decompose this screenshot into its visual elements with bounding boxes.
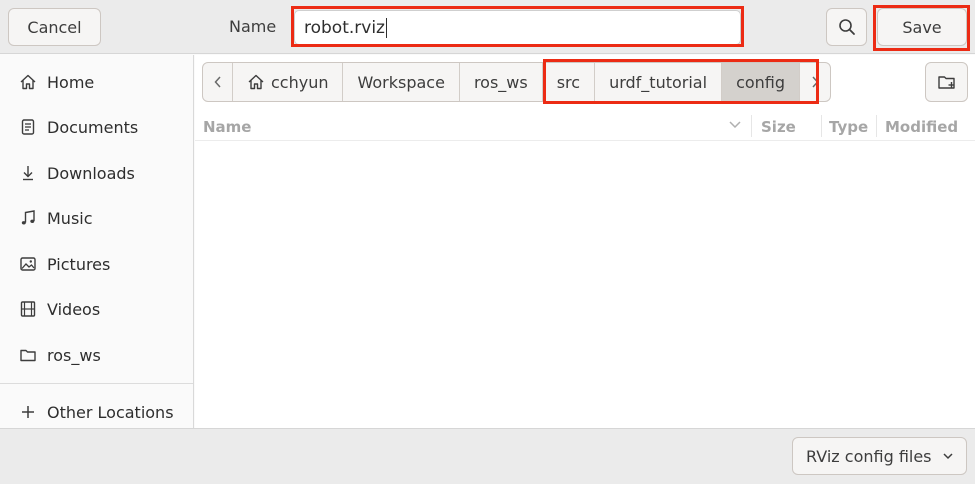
sidebar-item-label: Other Locations (47, 402, 174, 422)
new-folder-icon (937, 76, 955, 89)
crumb-label: cchyun (271, 72, 329, 92)
path-crumb-workspace[interactable]: Workspace (343, 63, 460, 101)
column-type[interactable]: Type (829, 118, 868, 136)
pictures-icon (18, 254, 38, 274)
column-separator (876, 115, 877, 137)
path-crumb-urdf-tutorial[interactable]: urdf_tutorial (595, 63, 723, 101)
file-type-filter-dropdown[interactable]: RViz config files (792, 437, 967, 475)
path-crumb-config[interactable]: config (722, 63, 801, 101)
column-separator (821, 115, 822, 137)
column-modified[interactable]: Modified (885, 118, 958, 136)
sidebar-item-label: Documents (47, 117, 139, 137)
save-button[interactable]: Save (877, 8, 967, 46)
folder-icon (18, 345, 38, 365)
sort-chevron-down-icon[interactable] (728, 117, 742, 135)
filter-value: RViz config files (806, 446, 932, 466)
chevron-right-icon (812, 76, 819, 88)
sidebar-item-label: Videos (47, 299, 101, 319)
path-crumb-src[interactable]: src (543, 63, 596, 101)
sidebar-item-label: Music (47, 208, 93, 228)
sidebar-item-label: ros_ws (47, 345, 101, 365)
sidebar-item-other-locations[interactable]: Other Locations (0, 392, 193, 432)
cancel-button[interactable]: Cancel (8, 8, 101, 46)
chevron-left-icon (213, 76, 221, 88)
home-icon (247, 73, 265, 91)
filename-value: robot.rviz (304, 17, 385, 38)
column-name[interactable]: Name (203, 118, 251, 136)
download-icon (18, 163, 38, 183)
path-crumb-cchyun[interactable]: cchyun (233, 63, 344, 101)
sidebar-item-documents[interactable]: Documents (0, 107, 193, 147)
sidebar-item-label: Downloads (47, 163, 135, 183)
sidebar-item-videos[interactable]: Videos (0, 289, 193, 329)
sidebar-item-downloads[interactable]: Downloads (0, 153, 193, 193)
text-caret (385, 17, 387, 38)
file-browser: cchyun Workspace ros_ws src urdf_tutoria… (195, 55, 975, 428)
dialog-footer: RViz config files (0, 428, 975, 484)
new-folder-button[interactable] (925, 62, 968, 102)
sidebar-item-pictures[interactable]: Pictures (0, 244, 193, 284)
videos-icon (18, 299, 38, 319)
document-icon (18, 117, 38, 137)
sidebar-divider (0, 383, 193, 384)
name-label: Name (229, 17, 277, 36)
home-icon (18, 72, 38, 92)
path-crumb-ros-ws[interactable]: ros_ws (460, 63, 543, 101)
search-button[interactable] (826, 8, 867, 46)
places-sidebar: Home Documents Downloads Music Pictures … (0, 55, 194, 428)
sidebar-item-label: Pictures (47, 254, 111, 274)
sidebar-item-label: Home (47, 72, 95, 92)
file-list-header: Name Size Type Modified (195, 111, 975, 141)
plus-icon (18, 402, 38, 422)
chevron-down-icon (943, 453, 953, 460)
path-bar: cchyun Workspace ros_ws src urdf_tutoria… (202, 62, 832, 102)
sidebar-item-music[interactable]: Music (0, 198, 193, 238)
column-size[interactable]: Size (761, 118, 796, 136)
sidebar-item-ros-ws[interactable]: ros_ws (0, 335, 193, 375)
dialog-header: Cancel Name robot.rviz Save (0, 0, 975, 54)
search-icon (838, 19, 855, 35)
column-separator (751, 115, 752, 137)
music-icon (18, 208, 38, 228)
path-scroll-left-button[interactable] (203, 63, 233, 101)
path-scroll-right-button[interactable] (800, 63, 830, 101)
sidebar-item-home[interactable]: Home (0, 62, 193, 102)
filename-input[interactable]: robot.rviz (294, 10, 741, 45)
